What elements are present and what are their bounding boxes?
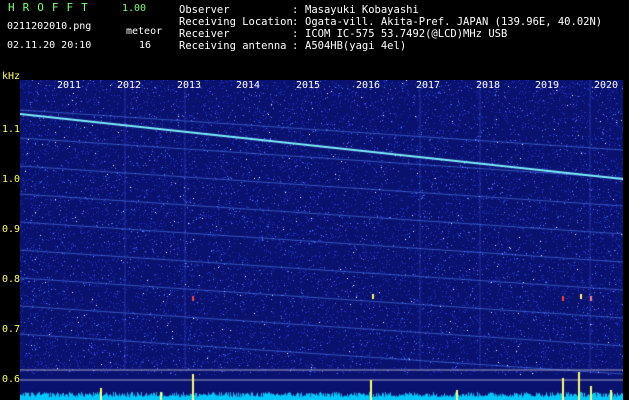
year-label-2012: 2012 (117, 80, 142, 91)
observer-label: Observer (179, 4, 230, 16)
year-label-2013: 2013 (177, 80, 202, 91)
year-label-2018: 2018 (476, 80, 501, 91)
year-label-2011: 2011 (57, 80, 82, 91)
antenna-value: A504HB(yagi 4el) (305, 40, 407, 52)
year-label-2016: 2016 (356, 80, 381, 91)
year-label-2020: 2020 (594, 80, 619, 91)
hroffft-window: { "app": { "logo": "HROFFT", "version": … (0, 0, 629, 400)
year-label-2015: 2015 (296, 80, 321, 91)
freq-tick-0-8: 0.8 (2, 274, 21, 285)
receiver-value: ICOM IC-575 53.7492(@LCD)MHz USB (305, 28, 508, 40)
meteor-count: 16 (139, 40, 152, 51)
freq-tick-1-1: 1.1 (2, 124, 21, 135)
freq-tick-0-9: 0.9 (2, 224, 21, 235)
year-label-2017: 2017 (416, 80, 441, 91)
file-name: 0211202010.png (7, 21, 92, 32)
antenna-label: Receiving antenna (179, 40, 287, 52)
freq-tick-0-7: 0.7 (2, 324, 21, 335)
year-label-2014: 2014 (236, 80, 261, 91)
location-label: Receiving Location (179, 16, 293, 28)
app-logo: HROFFT (8, 1, 96, 14)
observer-value: Masayuki Kobayashi (305, 4, 419, 16)
observer-colon: : (292, 4, 299, 16)
app-version: 1.00 (122, 3, 147, 14)
meteor-label: meteor (126, 26, 163, 37)
location-colon: : (292, 16, 299, 28)
receiver-colon: : (292, 28, 299, 40)
spectrogram-canvas (20, 80, 623, 400)
freq-tick-0-6: 0.6 (2, 374, 21, 385)
year-label-2019: 2019 (535, 80, 560, 91)
timestamp: 02.11.20 20:10 (7, 40, 92, 51)
location-value: Ogata-vill. Akita-Pref. JAPAN (139.96E, … (305, 16, 603, 28)
unit-label: kHz (2, 71, 21, 82)
antenna-colon: : (292, 40, 299, 52)
freq-tick-1-0: 1.0 (2, 174, 21, 185)
receiver-label: Receiver (179, 28, 230, 40)
header-panel: HROFFT 1.00 0211202010.png meteor 02.11.… (0, 0, 629, 70)
